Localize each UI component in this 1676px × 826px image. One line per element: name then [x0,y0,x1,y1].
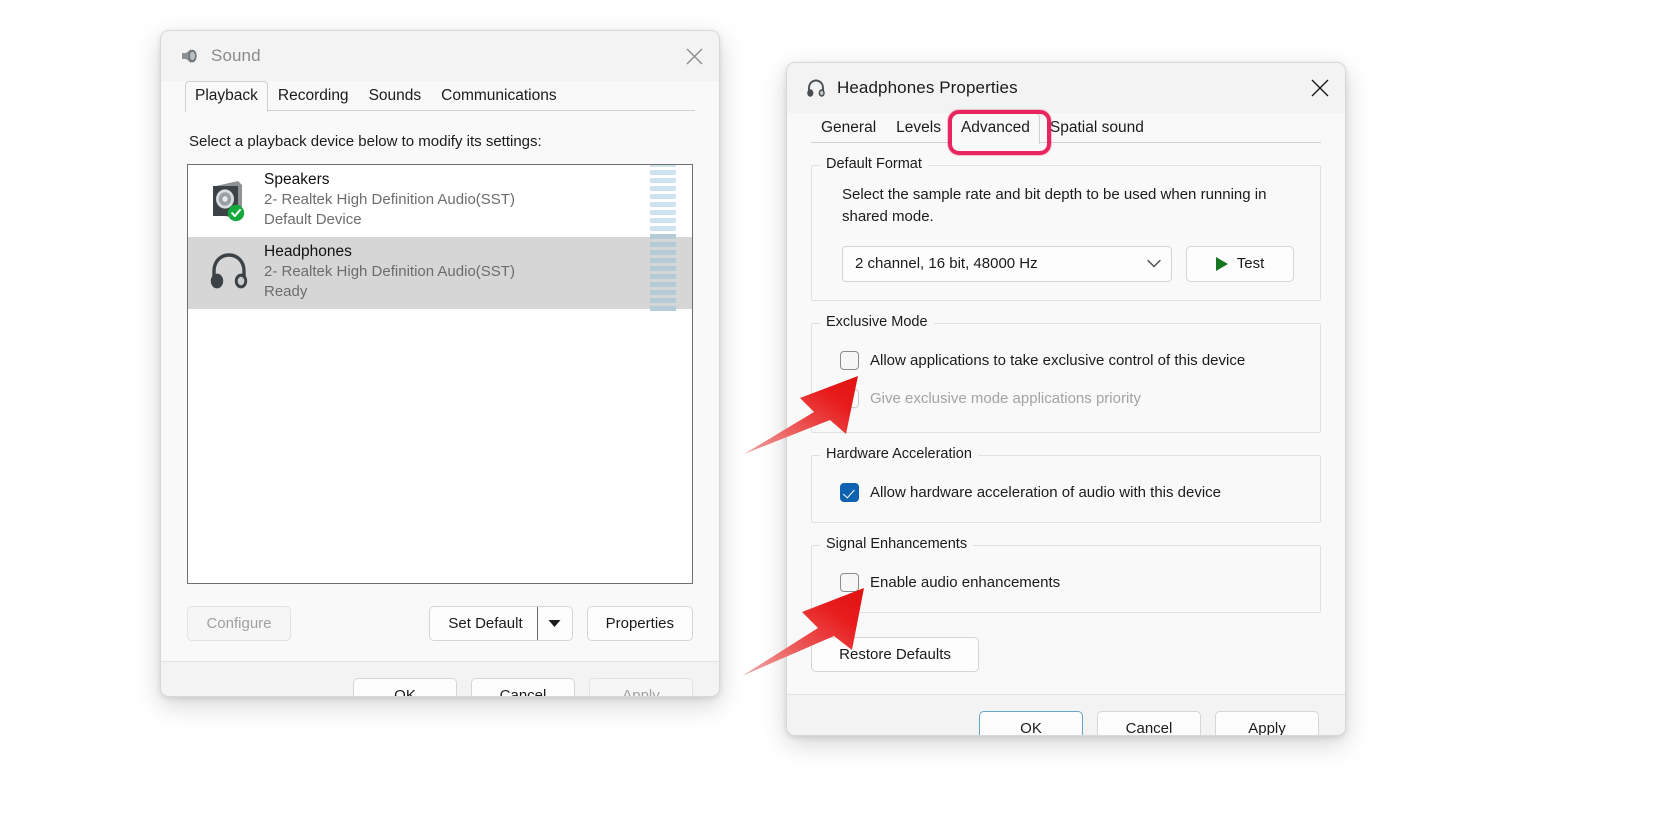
exclusive-control-label: Allow applications to take exclusive con… [870,352,1246,369]
properties-dialog-title: Headphones Properties [837,78,1018,97]
properties-dialog-content: Default Format Select the sample rate an… [787,156,1345,672]
hardware-acceleration-group-label: Hardware Acceleration [820,445,978,462]
sample-format-value: 2 channel, 16 bit, 48000 Hz [855,255,1038,272]
tab-sounds[interactable]: Sounds [359,81,432,111]
sound-dialog-title: Sound [211,46,261,65]
exclusive-control-row[interactable]: Allow applications to take exclusive con… [830,346,1302,376]
properties-button[interactable]: Properties [586,606,693,641]
close-icon[interactable] [1295,63,1345,113]
exclusive-priority-label: Give exclusive mode applications priorit… [870,390,1141,407]
properties-dialog-tabs: General Levels Advanced Spatial sound [787,113,1345,144]
chevron-down-icon[interactable] [1147,255,1161,272]
play-icon [1215,256,1228,271]
sound-dialog-content: Select a playback device below to modify… [161,111,719,641]
chevron-down-icon[interactable] [536,607,572,640]
tab-recording[interactable]: Recording [268,81,359,111]
test-button[interactable]: Test [1186,245,1294,282]
tab-advanced[interactable]: Advanced [950,113,1040,144]
default-format-description: Select the sample rate and bit depth to … [842,186,1267,225]
hardware-acceleration-row[interactable]: Allow hardware acceleration of audio wit… [830,478,1302,508]
device-status: Ready [264,283,308,301]
sound-dialog-footer: OK Cancel Apply [161,661,719,696]
sound-dialog: Sound Playback Recording Sounds Communic… [160,30,720,697]
playback-hint: Select a playback device below to modify… [189,133,542,150]
sound-dialog-action-row: Configure Set Default Properties [187,584,693,641]
headphones-text-block: Headphones 2- Realtek High Definition Au… [264,242,650,302]
device-name: Speakers [264,170,330,188]
sound-dialog-tabs: Playback Recording Sounds Communications [161,81,719,112]
sound-dialog-body: Playback Recording Sounds Communications… [161,81,719,696]
audio-enhancements-label: Enable audio enhancements [870,574,1061,591]
properties-dialog-titlebar: Headphones Properties [787,63,1345,113]
signal-enhancements-group-label: Signal Enhancements [820,535,974,552]
exclusive-priority-checkbox [840,389,859,408]
tab-spatial-sound[interactable]: Spatial sound [1040,113,1154,143]
hardware-acceleration-checkbox[interactable] [840,483,859,502]
headphones-volume-meter [650,233,676,311]
exclusive-control-checkbox[interactable] [840,351,859,370]
apply-button[interactable]: Apply [589,678,693,696]
speakers-text-block: Speakers 2- Realtek High Definition Audi… [264,170,650,230]
exclusive-mode-group: Exclusive Mode Allow applications to tak… [811,313,1321,433]
set-default-split-button[interactable]: Set Default [429,606,573,641]
default-format-group-label: Default Format [820,156,928,172]
device-name: Headphones [264,242,352,260]
sound-dialog-titlebar: Sound [161,31,719,81]
speakers-volume-meter [650,165,676,239]
cancel-button[interactable]: Cancel [471,678,575,696]
tab-playback[interactable]: Playback [185,81,268,112]
hardware-acceleration-label: Allow hardware acceleration of audio wit… [870,484,1222,501]
ok-button[interactable]: OK [353,678,457,696]
properties-dialog-footer: OK Cancel Apply [787,693,1345,735]
exclusive-mode-group-label: Exclusive Mode [820,313,934,330]
tab-communications[interactable]: Communications [431,81,566,111]
test-button-label: Test [1236,255,1265,272]
tab-levels[interactable]: Levels [886,113,951,143]
device-status: Default Device [264,211,362,229]
default-format-group: Default Format Select the sample rate an… [811,156,1321,301]
device-driver: 2- Realtek High Definition Audio(SST) [264,191,515,209]
default-format-row: 2 channel, 16 bit, 48000 Hz Test [830,245,1302,286]
cancel-button[interactable]: Cancel [1097,710,1201,735]
device-driver: 2- Realtek High Definition Audio(SST) [264,263,515,281]
headphones-icon [805,77,827,99]
screenshot-root: Sound Playback Recording Sounds Communic… [0,0,1676,826]
playback-device-list[interactable]: Speakers 2- Realtek High Definition Audi… [187,164,693,584]
configure-button[interactable]: Configure [187,606,291,641]
speaker-icon [179,45,201,67]
restore-defaults-row: Restore Defaults [811,636,1321,672]
set-default-button[interactable]: Set Default [430,607,536,640]
properties-dialog-body: General Levels Advanced Spatial sound De… [787,113,1345,735]
ok-button[interactable]: OK [979,710,1083,735]
close-icon[interactable] [669,31,719,81]
list-item-speakers[interactable]: Speakers 2- Realtek High Definition Audi… [188,165,692,239]
audio-enhancements-row[interactable]: Enable audio enhancements [830,568,1302,598]
signal-enhancements-group: Signal Enhancements Enable audio enhance… [811,535,1321,613]
restore-defaults-button[interactable]: Restore Defaults [811,636,979,672]
list-item-headphones[interactable]: Headphones 2- Realtek High Definition Au… [188,233,692,311]
exclusive-priority-row: Give exclusive mode applications priorit… [830,384,1302,414]
sample-format-select[interactable]: 2 channel, 16 bit, 48000 Hz [842,245,1172,282]
audio-enhancements-checkbox[interactable] [840,573,859,592]
headphones-icon [204,250,254,294]
headphones-properties-dialog: Headphones Properties General Levels Adv… [786,62,1346,736]
speaker-box-icon [204,178,254,222]
hardware-acceleration-group: Hardware Acceleration Allow hardware acc… [811,445,1321,523]
tab-general[interactable]: General [811,113,886,143]
apply-button[interactable]: Apply [1215,710,1319,735]
